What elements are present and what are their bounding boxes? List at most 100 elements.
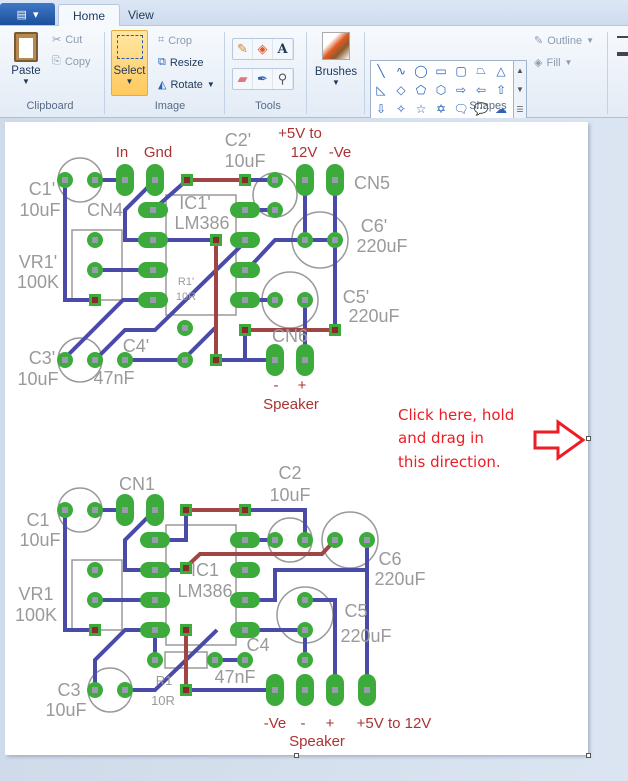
label-r1: R1' <box>178 276 194 288</box>
pad-hole <box>364 687 370 693</box>
pad-hole <box>242 657 248 663</box>
pad-hole <box>302 297 308 303</box>
top-board-labels: In Gnd C2' 10uF +5V to 12V -Ve CN5 C1' 1… <box>17 125 408 413</box>
label-c4-value: 47nF <box>214 667 255 687</box>
pad-hole <box>92 597 98 603</box>
label-cn5: CN5 <box>354 173 390 193</box>
label-c2-value: 10uF <box>224 151 265 171</box>
pad-hole <box>272 537 278 543</box>
pad-hole <box>332 687 338 693</box>
pad-hole <box>152 627 158 633</box>
pad-hole <box>302 627 308 633</box>
pad-hole <box>332 237 338 243</box>
top-trace <box>95 238 249 360</box>
label-r1-value: 10R <box>151 693 175 708</box>
label-speaker-minus: - <box>274 377 279 394</box>
pad-hole <box>272 687 278 693</box>
top-trace <box>93 628 155 690</box>
label-cn4: CN4 <box>87 200 123 220</box>
label-c1: C1 <box>26 510 49 530</box>
label-cn1: CN1 <box>119 474 155 494</box>
pad-hole <box>150 237 156 243</box>
pad-hole <box>302 687 308 693</box>
pad-hole <box>302 657 308 663</box>
label-ic-value: LM386 <box>174 213 229 233</box>
pcb-image: In Gnd C2' 10uF +5V to 12V -Ve CN5 C1' 1… <box>15 125 586 750</box>
arrow-right-icon <box>533 419 586 461</box>
label-c4-value: 47nF <box>93 368 134 388</box>
pad-hole <box>242 507 248 513</box>
pads-layer <box>57 164 376 706</box>
pad-hole <box>92 687 98 693</box>
label-ic: IC1 <box>191 560 219 580</box>
pad-hole <box>152 597 158 603</box>
instruction-line-2: and drag in <box>398 429 484 447</box>
pad-hole <box>332 327 338 333</box>
pad-hole <box>302 237 308 243</box>
label-c1-value: 10uF <box>19 200 60 220</box>
label-supply: +5V to <box>278 125 322 142</box>
label-vr1-value: 100K <box>17 272 59 292</box>
label-r1-value: 10R <box>176 291 196 303</box>
label-c1: C1' <box>29 179 55 199</box>
pad-hole <box>92 627 98 633</box>
pad-hole <box>183 565 189 571</box>
pad-hole <box>272 297 278 303</box>
instruction-line-1: Click here, hold <box>398 406 514 424</box>
label-c3-value: 10uF <box>45 700 86 720</box>
pad-hole <box>62 507 68 513</box>
label-neg: -Ve <box>264 715 287 732</box>
pad-hole <box>242 327 248 333</box>
label-speaker: Speaker <box>289 733 345 750</box>
pad-hole <box>122 177 128 183</box>
pad-hole <box>242 567 248 573</box>
pad-hole <box>272 357 278 363</box>
label-vr1: VR1 <box>18 584 53 604</box>
label-ic: IC1' <box>179 193 210 213</box>
pad-hole <box>150 207 156 213</box>
label-c5: C5 <box>344 601 367 621</box>
label-vr1: VR1' <box>19 252 57 272</box>
label-c6: C6' <box>361 216 387 236</box>
pad-hole <box>122 687 128 693</box>
pad-hole <box>302 357 308 363</box>
pad-hole <box>242 267 248 273</box>
label-c2: C2 <box>278 463 301 483</box>
pad-hole <box>332 177 338 183</box>
label-c5-value: 220uF <box>340 626 391 646</box>
label-speaker-minus: - <box>301 715 306 732</box>
pad-hole <box>302 177 308 183</box>
pad-hole <box>92 567 98 573</box>
pad-hole <box>183 507 189 513</box>
pad-hole <box>242 597 248 603</box>
pad-hole <box>242 537 248 543</box>
pad-hole <box>242 237 248 243</box>
label-c4: C4 <box>246 635 269 655</box>
pad-hole <box>62 177 68 183</box>
label-c3-value: 10uF <box>17 369 58 389</box>
pad-hole <box>242 177 248 183</box>
label-c3: C3 <box>57 680 80 700</box>
label-speaker: Speaker <box>263 396 319 413</box>
pad-hole <box>122 507 128 513</box>
label-c2-value: 10uF <box>269 485 310 505</box>
label-neg: -Ve <box>329 144 352 161</box>
label-c2: C2' <box>225 130 251 150</box>
pad-hole <box>364 537 370 543</box>
pad-hole <box>62 357 68 363</box>
pad-hole <box>213 357 219 363</box>
label-c6-value: 220uF <box>374 569 425 589</box>
pad-hole <box>92 357 98 363</box>
pad-hole <box>302 537 308 543</box>
label-in: In <box>116 144 129 161</box>
pad-hole <box>213 237 219 243</box>
pad-hole <box>272 177 278 183</box>
traces-layer <box>63 178 369 692</box>
pad-hole <box>92 297 98 303</box>
pad-hole <box>152 657 158 663</box>
pad-hole <box>242 207 248 213</box>
pad-hole <box>332 537 338 543</box>
label-ic-value: LM386 <box>177 581 232 601</box>
pad-hole <box>152 507 158 513</box>
pad-hole <box>184 177 190 183</box>
